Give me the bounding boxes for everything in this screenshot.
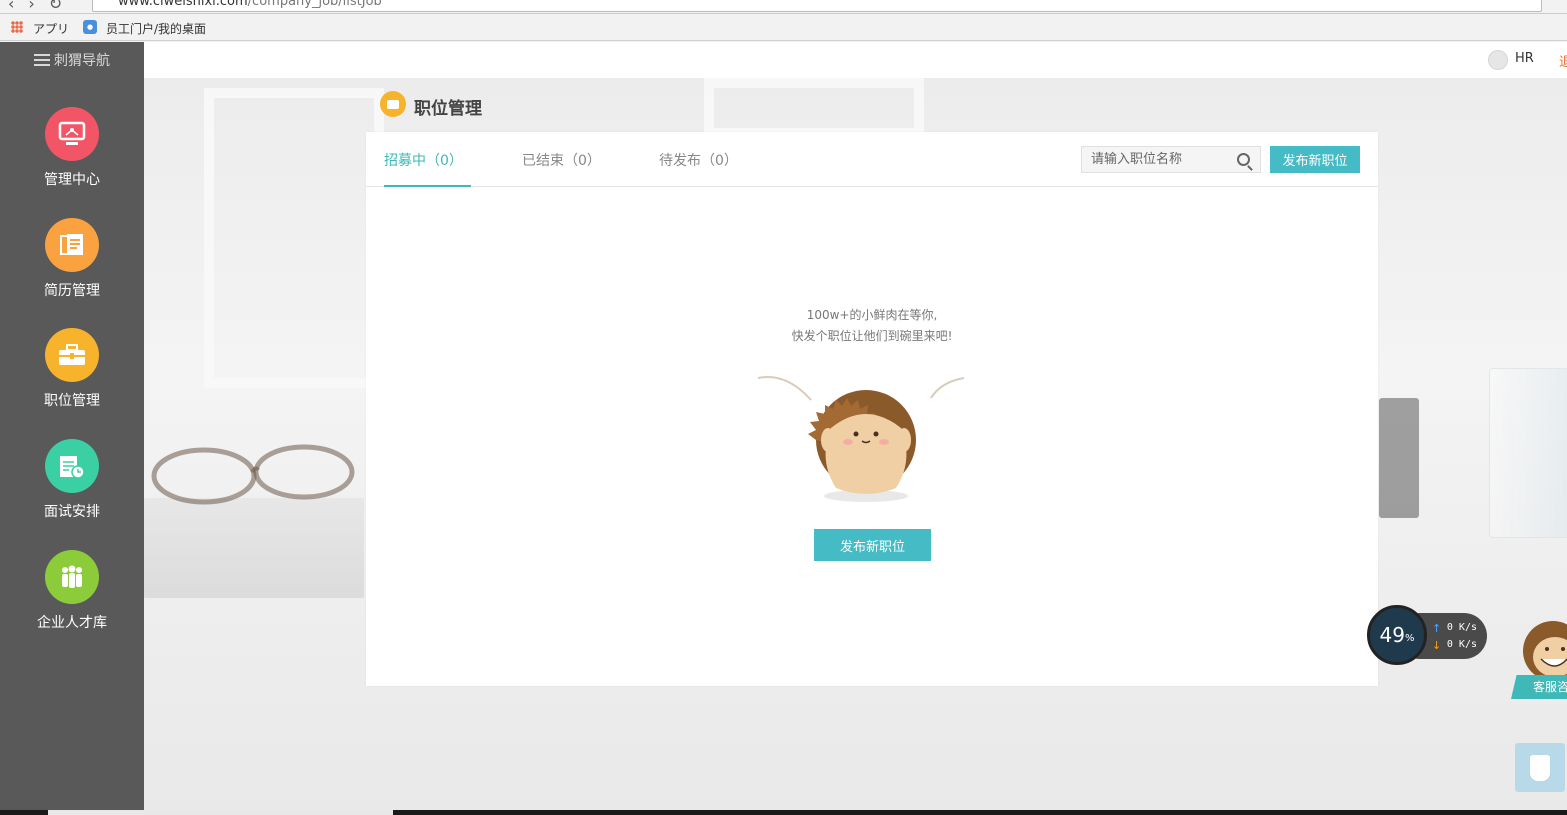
- logout-link[interactable]: 退: [1559, 51, 1567, 70]
- sidebar-header-label: 刺猬导航: [54, 53, 110, 69]
- sidebar-item-label: 企业人才库: [37, 615, 107, 631]
- url-host: www.ciweishixi.com: [118, 0, 248, 9]
- publish-job-center-button[interactable]: 发布新职位: [814, 529, 931, 561]
- sidebar: 刺猬导航 管理中心 简历管理 职位管理 面试安排 企业人才库: [0, 42, 144, 812]
- memory-percent: 49: [1379, 623, 1405, 647]
- memory-percent-gauge: 49%: [1367, 605, 1427, 665]
- sidebar-item-job-management[interactable]: 职位管理: [0, 328, 144, 410]
- tab-bar: 招募中（0） 已结束（0） 待发布（0） 发布新职位: [366, 132, 1378, 187]
- bookmark-favicon-icon: ●: [83, 20, 97, 34]
- bookmarks-bar: アプリ ● 员工门户/我的桌面: [0, 14, 1567, 41]
- calendar-icon: [45, 439, 99, 493]
- search-input[interactable]: [1082, 147, 1232, 172]
- hedgehog-mascot-image: [757, 376, 965, 502]
- browser-nav-icons[interactable]: ‹›↻: [8, 0, 76, 13]
- page-title: 职位管理: [414, 99, 482, 119]
- avatar[interactable]: [1488, 50, 1508, 70]
- briefcase-icon: [380, 91, 406, 117]
- bg-window: [204, 88, 384, 388]
- taskbar: [0, 810, 1567, 815]
- sidebar-item-label: 简历管理: [44, 283, 100, 299]
- network-speed-widget[interactable]: ↑ ↓ 0 K/s 0 K/s 49%: [1367, 605, 1489, 665]
- customer-service-label[interactable]: 客服咨: [1511, 675, 1567, 699]
- empty-message-line1: 100w+的小鲜肉在等你,: [806, 308, 938, 322]
- people-icon: [45, 550, 99, 604]
- empty-message-line2: 快发个职位让他们到碗里来吧!: [791, 329, 953, 343]
- feedback-button[interactable]: [1515, 743, 1565, 792]
- sidebar-item-management-center[interactable]: 管理中心: [0, 107, 144, 189]
- bookmark-link[interactable]: 员工门户/我的桌面: [106, 20, 206, 37]
- hedgehog-cs-icon: [1523, 621, 1567, 681]
- sidebar-item-label: 管理中心: [44, 172, 100, 188]
- top-bar: HR 退: [144, 42, 1567, 78]
- tab-pending[interactable]: 待发布（0）: [659, 150, 738, 187]
- briefcase-icon: [45, 328, 99, 382]
- user-name[interactable]: HR: [1515, 51, 1534, 66]
- bookmark-apps[interactable]: アプリ: [33, 20, 69, 37]
- url-text: www.ciweishixi.com/company_job/listJob: [118, 0, 382, 9]
- bg-glasses: [151, 444, 355, 505]
- job-list-card: 招募中（0） 已结束（0） 待发布（0） 发布新职位 100w+的小鲜肉在等你,…: [366, 132, 1378, 686]
- resume-icon: [45, 218, 99, 272]
- sidebar-item-label: 职位管理: [44, 393, 100, 409]
- sidebar-item-interview-schedule[interactable]: 面试安排: [0, 439, 144, 521]
- upload-arrow-icon: ↑: [1432, 622, 1442, 635]
- tab-ended[interactable]: 已结束（0）: [522, 150, 601, 187]
- tab-recruiting[interactable]: 招募中（0）: [384, 150, 471, 187]
- apps-grid-icon[interactable]: [11, 21, 23, 33]
- bg-glass: [1489, 368, 1567, 538]
- customer-service-widget[interactable]: 客服咨: [1511, 615, 1567, 700]
- sidebar-header[interactable]: 刺猬导航: [0, 42, 144, 78]
- hamburger-icon[interactable]: [34, 54, 50, 66]
- download-speed: 0 K/s: [1446, 639, 1477, 650]
- search-box: [1081, 146, 1261, 173]
- publish-job-button[interactable]: 发布新职位: [1270, 146, 1360, 173]
- download-arrow-icon: ↓: [1432, 639, 1442, 652]
- url-path: /company_job/listJob: [247, 0, 382, 9]
- memory-percent-sign: %: [1404, 632, 1415, 644]
- cup-icon: [1530, 754, 1550, 781]
- sidebar-item-resume-management[interactable]: 简历管理: [0, 218, 144, 300]
- bg-cup: [1379, 398, 1419, 518]
- upload-speed: 0 K/s: [1446, 622, 1477, 633]
- bg-papers: [144, 498, 364, 598]
- bg-window: [704, 78, 924, 138]
- monitor-icon: [45, 107, 99, 161]
- search-icon[interactable]: [1237, 153, 1250, 166]
- sidebar-item-label: 面试安排: [44, 504, 100, 520]
- sidebar-item-talent-pool[interactable]: 企业人才库: [0, 550, 144, 632]
- browser-address-bar: ‹›↻ www.ciweishixi.com/company_job/listJ…: [0, 0, 1567, 14]
